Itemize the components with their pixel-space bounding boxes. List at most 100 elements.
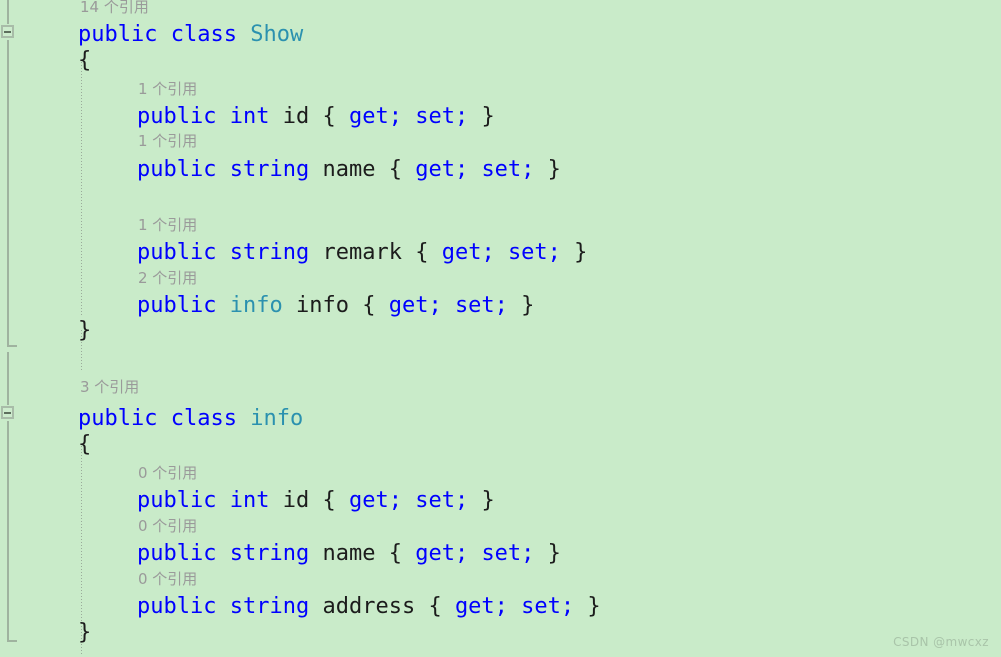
keyword-get: get; — [388, 293, 442, 318]
accessor-close-brace: } — [481, 488, 495, 513]
keyword-set: set; — [481, 541, 535, 566]
codelens-show-class[interactable]: 14 个引用 — [80, 0, 149, 16]
keyword-string: string — [229, 541, 310, 566]
outline-guide-line — [7, 421, 9, 641]
property-name-id: id — [282, 488, 310, 513]
keyword-int: int — [229, 488, 270, 513]
codelens-show-info[interactable]: 2 个引用 — [138, 269, 197, 287]
codelens-info-address[interactable]: 0 个引用 — [138, 570, 197, 588]
keyword-public: public — [137, 293, 217, 318]
property-name-info: info — [295, 293, 349, 318]
outline-end-marker — [7, 345, 17, 347]
collapse-box-show-class[interactable] — [1, 25, 14, 38]
keyword-public: public — [137, 541, 217, 566]
keyword-public: public — [137, 240, 217, 265]
accessor-open-brace: { — [388, 541, 402, 566]
codelens-info-class[interactable]: 3 个引用 — [80, 378, 139, 396]
codelens-show-id[interactable]: 1 个引用 — [138, 80, 197, 98]
accessor-close-brace: } — [547, 157, 561, 182]
keyword-string: string — [229, 240, 310, 265]
code-editor-surface: 14 个引用 public class Show { 1 个引用 public … — [0, 0, 1001, 657]
keyword-get: get; — [415, 541, 469, 566]
accessor-close-brace: } — [587, 594, 601, 619]
code-line-show-class-decl[interactable]: public class Show — [78, 22, 303, 48]
keyword-set: set; — [454, 293, 508, 318]
keyword-public: public — [137, 104, 217, 129]
code-line-show-open-brace: { — [78, 48, 91, 74]
keyword-public: public — [78, 22, 158, 47]
code-line-show-remark[interactable]: public string remark { get; set; } — [137, 240, 587, 266]
keyword-int: int — [229, 104, 270, 129]
accessor-open-brace: { — [322, 488, 336, 513]
accessor-close-brace: } — [547, 541, 561, 566]
accessor-open-brace: { — [362, 293, 376, 318]
codelens-show-remark[interactable]: 1 个引用 — [138, 216, 197, 234]
accessor-open-brace: { — [428, 594, 442, 619]
codelens-info-name[interactable]: 0 个引用 — [138, 517, 197, 535]
keyword-public: public — [137, 157, 217, 182]
keyword-set: set; — [415, 488, 469, 513]
accessor-open-brace: { — [322, 104, 336, 129]
code-line-info-class-decl[interactable]: public class info — [78, 406, 303, 432]
collapse-box-info-class[interactable] — [1, 406, 14, 419]
accessor-open-brace: { — [388, 157, 402, 182]
code-line-info-id[interactable]: public int id { get; set; } — [137, 488, 495, 514]
type-name-info: info — [229, 293, 283, 318]
accessor-close-brace: } — [521, 293, 535, 318]
close-brace: } — [78, 620, 92, 645]
code-line-show-close-brace: } — [78, 318, 91, 344]
outline-end-marker — [7, 640, 17, 642]
property-name-name: name — [322, 541, 376, 566]
codelens-info-id[interactable]: 0 个引用 — [138, 464, 197, 482]
keyword-get: get; — [348, 104, 402, 129]
property-name-id: id — [282, 104, 310, 129]
code-line-info-name[interactable]: public string name { get; set; } — [137, 541, 561, 567]
keyword-string: string — [229, 594, 310, 619]
outline-guide-line — [7, 0, 9, 24]
accessor-close-brace: } — [574, 240, 588, 265]
keyword-get: get; — [441, 240, 495, 265]
property-name-address: address — [322, 594, 416, 619]
open-brace: { — [78, 432, 92, 457]
code-line-show-info[interactable]: public info info { get; set; } — [137, 293, 534, 319]
close-brace: } — [78, 318, 92, 343]
code-line-show-name[interactable]: public string name { get; set; } — [137, 157, 561, 183]
keyword-set: set; — [415, 104, 469, 129]
keyword-get: get; — [348, 488, 402, 513]
code-line-show-id[interactable]: public int id { get; set; } — [137, 104, 495, 130]
code-line-info-address[interactable]: public string address { get; set; } — [137, 594, 601, 620]
codelens-show-name[interactable]: 1 个引用 — [138, 132, 197, 150]
csdn-watermark: CSDN @mwcxz — [893, 635, 989, 649]
type-name-info: info — [250, 406, 304, 431]
keyword-class: class — [170, 406, 237, 431]
